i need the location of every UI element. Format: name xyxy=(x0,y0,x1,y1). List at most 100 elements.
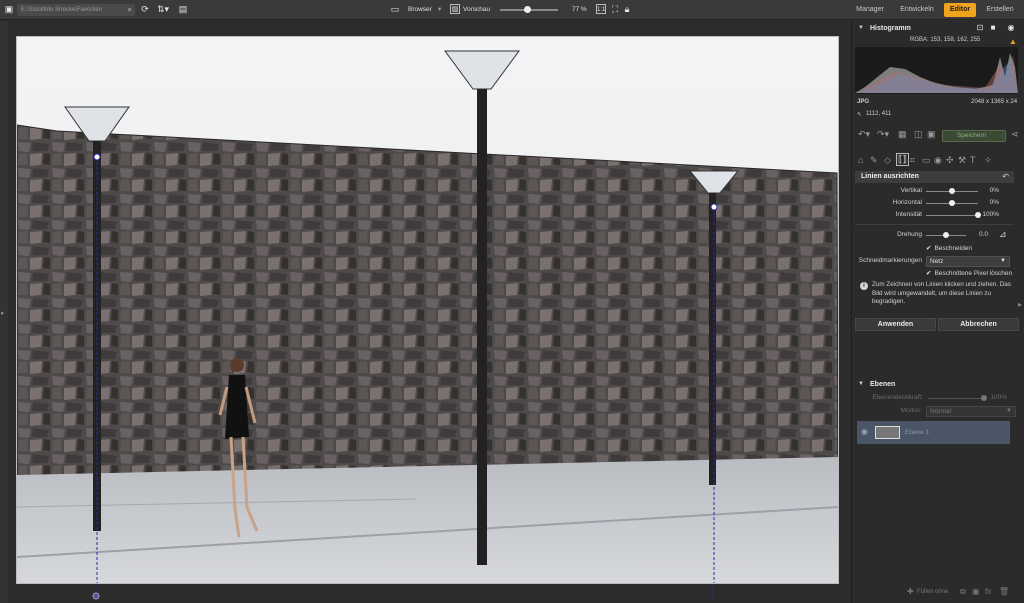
blend-mode-value: Normal xyxy=(930,408,951,415)
photo-image xyxy=(17,37,838,583)
undo-icon[interactable]: ↶▾ xyxy=(858,129,870,140)
rgba-readout: RGBA: 153, 158, 162, 255 xyxy=(910,37,981,43)
blend-mode-label: Modus: xyxy=(900,407,922,414)
path-input[interactable]: E:\Stockfoto Strecke\Favoriten ⌕ xyxy=(17,4,135,16)
redo-icon[interactable]: ↷▾ xyxy=(877,129,889,140)
expand-left-icon[interactable]: ▸ xyxy=(1,309,5,317)
left-panel-toggle[interactable]: ▸ xyxy=(0,21,8,603)
vertical-label: Vertikal xyxy=(900,187,922,194)
level-tool-icon[interactable]: ⊿ xyxy=(999,229,1007,240)
preview-icon[interactable]: ▨ xyxy=(450,4,460,14)
retouch-tool-icon[interactable]: ⚒ xyxy=(958,155,966,166)
blend-mode-select[interactable]: Normal ▼ xyxy=(926,406,1016,417)
tab-manager[interactable]: Manager xyxy=(852,3,888,17)
cursor-position: 1112, 411 xyxy=(866,111,892,117)
crop-tool-icon[interactable]: ⌗ xyxy=(910,155,915,166)
zoom-slider-knob[interactable] xyxy=(524,6,531,13)
layer-name: Ebene 1 xyxy=(905,429,930,436)
checkmark-icon: ✔ xyxy=(926,270,932,277)
histogram-view-icon[interactable]: ■ xyxy=(988,23,998,33)
opacity-slider[interactable] xyxy=(928,398,984,399)
share-icon[interactable]: ⋖ xyxy=(1011,129,1019,140)
actual-size-icon[interactable]: 1:1 xyxy=(596,4,606,14)
sort-icon[interactable]: ⇅▾ xyxy=(155,4,171,14)
tab-entwickeln[interactable]: Entwickeln xyxy=(897,3,937,17)
crop-marks-select[interactable]: Netz ▼ xyxy=(926,256,1010,267)
copy-icon[interactable]: ▣ xyxy=(927,129,936,140)
opacity-slider-knob[interactable] xyxy=(981,395,987,401)
apply-button[interactable]: Anwenden xyxy=(855,318,936,331)
crop-checkbox[interactable]: ✔ Beschneiden xyxy=(926,244,972,252)
browser-dropdown-icon[interactable]: ▾ xyxy=(438,4,441,16)
clone-tool-icon[interactable]: ✣ xyxy=(946,155,954,166)
brush-tool-icon[interactable]: ✎ xyxy=(870,155,878,166)
top-toolbar: ▣ E:\Stockfoto Strecke\Favoriten ⌕ ⟳ ⇅▾ … xyxy=(0,0,1024,20)
layers-title: Ebenen xyxy=(870,381,896,388)
home-tool-icon[interactable]: ⌂ xyxy=(858,155,863,165)
folder-icon[interactable]: ▣ xyxy=(4,4,14,14)
layers-header[interactable]: ▼ Ebenen xyxy=(851,378,1024,391)
transform-tool-icon[interactable]: ▭ xyxy=(922,155,931,166)
panel-scroll-arrow[interactable]: ▸ xyxy=(1018,300,1022,309)
new-folder-icon[interactable]: ▤ xyxy=(178,4,188,14)
history-icon[interactable]: ▦ xyxy=(898,129,907,140)
add-layer-icon[interactable]: ✚ xyxy=(907,587,914,596)
histogram-header[interactable]: ▼ Histogramm xyxy=(851,22,1024,35)
layer-thumbnail xyxy=(875,426,900,439)
vertical-slider-knob[interactable] xyxy=(949,188,955,194)
layer-mask-icon[interactable]: ▣ xyxy=(972,587,980,596)
save-button[interactable]: Speichern xyxy=(942,130,1006,142)
reset-icon[interactable]: ↶ xyxy=(1002,171,1009,183)
histogram-graph xyxy=(855,47,1018,94)
intensity-label: Intensität xyxy=(895,211,922,218)
preview-button[interactable]: Vorschau xyxy=(463,4,490,16)
rotation-value: 0.0 xyxy=(978,231,988,238)
rotation-label: Drehung xyxy=(897,231,922,238)
photo-preview[interactable] xyxy=(16,36,839,584)
right-panel xyxy=(851,21,1024,603)
info-text: Zum Zeichnen von Linien klicken und zieh… xyxy=(872,281,1011,305)
opacity-label: Ebenendeckkraft: xyxy=(872,394,923,401)
browse-folder-icon[interactable]: ▭ xyxy=(390,4,400,14)
compare-icon[interactable]: ◫ xyxy=(914,129,923,140)
histogram-settings-icon[interactable]: ◉ xyxy=(1006,23,1016,33)
chevron-down-icon: ▼ xyxy=(1000,258,1006,264)
straighten-tool-icon[interactable]: ⟦⟧ xyxy=(896,153,909,166)
divider xyxy=(855,224,1014,225)
duplicate-layer-icon[interactable]: ⧉ xyxy=(960,587,966,597)
fit-screen-icon[interactable]: ⛶ xyxy=(610,4,620,14)
intensity-slider[interactable] xyxy=(926,215,978,216)
info-icon: i xyxy=(860,282,868,290)
text-tool-icon[interactable]: T xyxy=(970,155,976,165)
collapse-icon[interactable]: ▼ xyxy=(858,22,864,35)
delete-cropped-checkbox[interactable]: ✔ Beschnittene Pixel löschen xyxy=(926,269,1012,277)
delete-cropped-label: Beschnittene Pixel löschen xyxy=(934,270,1013,277)
crop-label: Beschneiden xyxy=(934,245,973,252)
histogram-channel-icon[interactable]: ⊡ xyxy=(975,23,985,33)
layer-fx-icon[interactable]: fx xyxy=(985,587,991,596)
horizontal-label: Horizontal xyxy=(892,199,922,206)
cancel-button[interactable]: Abbrechen xyxy=(938,318,1019,331)
eye-tool-icon[interactable]: ◉ xyxy=(934,155,942,166)
lock-icon[interactable]: 🔒︎ xyxy=(622,4,632,14)
effects-tool-icon[interactable]: ✧ xyxy=(984,155,992,166)
tab-editor[interactable]: Editor xyxy=(944,3,976,17)
horizontal-slider-knob[interactable] xyxy=(949,200,955,206)
crop-marks-label: Schneidmarkierungen xyxy=(858,257,922,264)
delete-layer-icon[interactable]: 🗑︎ xyxy=(999,587,1009,596)
zoom-value: 77 % xyxy=(572,6,587,13)
eye-icon[interactable]: ◉ xyxy=(861,427,868,436)
tab-erstellen[interactable]: Erstellen xyxy=(982,3,1018,17)
horizontal-value: 0% xyxy=(989,199,999,206)
browser-button[interactable]: Browser xyxy=(408,4,432,16)
refresh-icon[interactable]: ⟳ xyxy=(140,4,150,14)
search-icon[interactable]: ⌕ xyxy=(128,4,132,16)
save-label: Speichern xyxy=(957,132,987,139)
collapse-icon[interactable]: ▼ xyxy=(858,378,864,391)
opacity-value: 100% xyxy=(990,394,1007,401)
rotation-slider-knob[interactable] xyxy=(943,232,949,238)
image-dimensions: 2048 x 1365 x 24 xyxy=(971,99,1018,105)
lines-header: Linien ausrichten ↶ xyxy=(855,171,1014,183)
lines-title: Linien ausrichten xyxy=(861,173,919,180)
select-tool-icon[interactable]: ◇ xyxy=(884,155,891,166)
